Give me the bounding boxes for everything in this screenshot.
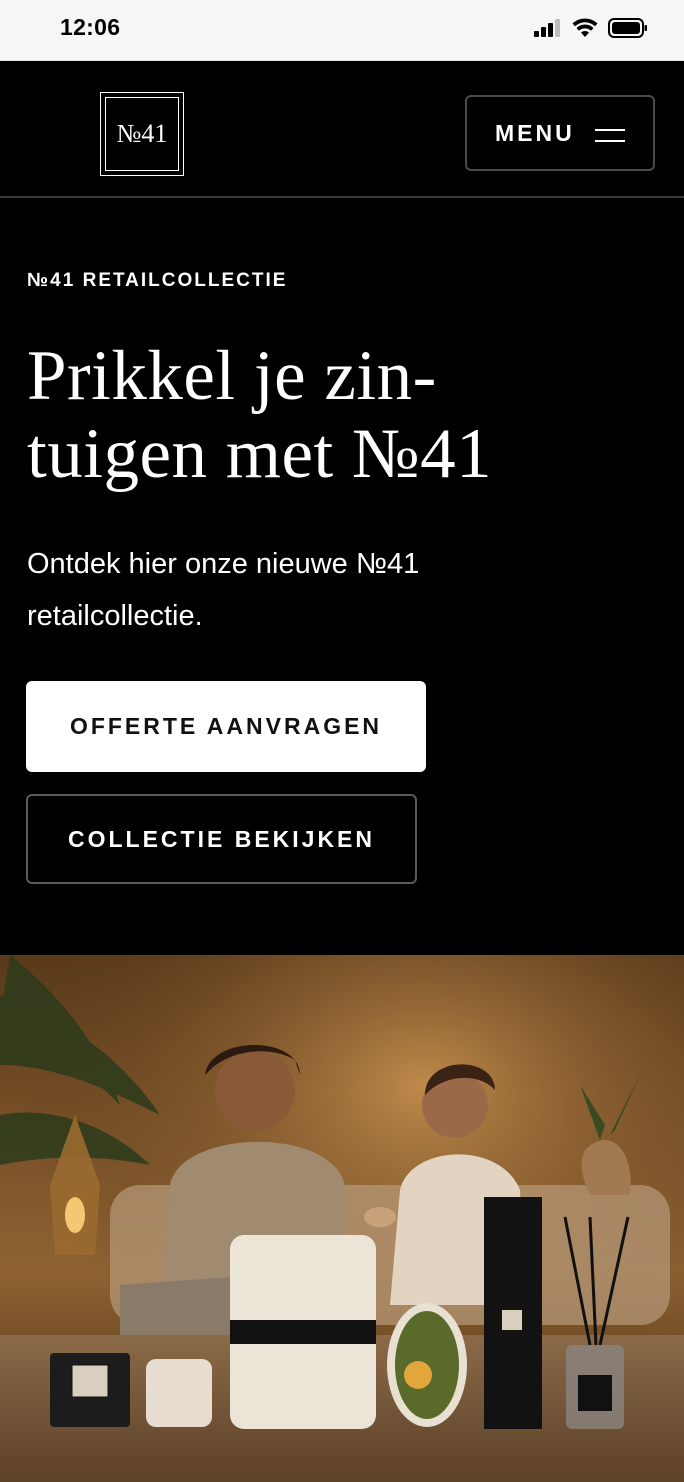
menu-button[interactable]: MENU (465, 95, 655, 171)
wifi-icon (572, 18, 598, 37)
hero-photo (0, 955, 684, 1482)
hero-photo-illustration (0, 955, 684, 1482)
site-header: №41 MENU (0, 70, 684, 198)
signal-icon (534, 19, 560, 37)
logo[interactable]: №41 (100, 92, 184, 176)
hero-title-line-1: Prikkel je zin- (27, 337, 437, 415)
hero-subtitle: Ontdek hier onze nieuwe №41 retailcollec… (27, 548, 420, 632)
request-quote-button[interactable]: OFFERTE AANVRAGEN (26, 681, 426, 772)
status-time: 12:06 (60, 14, 121, 40)
hero-title: Prikkel je zin- tuigen met №41 (27, 337, 647, 493)
hero-eyebrow: №41 RETAILCOLLECTIE (27, 270, 288, 291)
view-collection-button[interactable]: COLLECTIE BEKIJKEN (26, 794, 417, 884)
hero-title-line-2: tuigen met №41 (27, 415, 493, 493)
status-bar: 12:06 (0, 0, 684, 61)
battery-icon (608, 18, 647, 38)
logo-text: №41 (105, 97, 179, 171)
menu-label: MENU (495, 119, 575, 146)
menu-icon (595, 129, 625, 143)
status-icons (534, 18, 648, 38)
